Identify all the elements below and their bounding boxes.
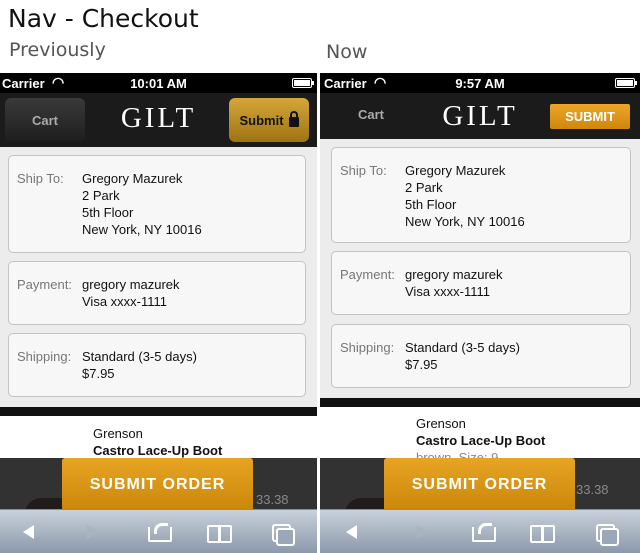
battery-icon xyxy=(292,78,314,88)
order-bar: 33.38 SUBMIT ORDER xyxy=(0,458,317,511)
product-price: 33.38 xyxy=(256,492,289,507)
status-time: 9:57 AM xyxy=(455,76,505,91)
ship-line-name: Gregory Mazurek xyxy=(405,163,506,178)
payment-label: Payment: xyxy=(340,267,395,282)
ship-line-floor: 5th Floor xyxy=(82,205,134,220)
ship-to-card[interactable]: Ship To: Gregory Mazurek 2 Park 5th Floo… xyxy=(8,155,306,253)
payment-label: Payment: xyxy=(17,277,72,292)
shipping-line-method: Standard (3-5 days) xyxy=(405,340,520,355)
status-bar: Carrier ◠ 10:01 AM xyxy=(0,73,317,93)
shipping-line-cost: $7.95 xyxy=(82,366,115,381)
forward-arrow-icon[interactable] xyxy=(80,521,104,543)
submit-button[interactable]: Submit xyxy=(229,98,309,142)
ship-line-floor: 5th Floor xyxy=(405,197,457,212)
ship-to-card[interactable]: Ship To: Gregory Mazurek 2 Park 5th Floo… xyxy=(331,147,631,243)
payment-line-card: Visa xxxx-1111 xyxy=(405,284,491,299)
ship-to-label: Ship To: xyxy=(340,163,387,178)
now-label: Now xyxy=(326,41,368,63)
lock-icon xyxy=(288,110,299,127)
ship-line-name: Gregory Mazurek xyxy=(82,171,183,186)
product-brand: Grenson xyxy=(93,426,143,441)
shipping-card[interactable]: Shipping: Standard (3-5 days) $7.95 xyxy=(331,324,631,388)
status-time: 10:01 AM xyxy=(130,76,187,91)
bookmarks-icon[interactable] xyxy=(207,521,232,543)
section-divider xyxy=(320,398,640,407)
section-divider xyxy=(0,407,317,416)
tabs-icon[interactable] xyxy=(594,521,619,546)
ship-line-street: 2 Park xyxy=(405,180,443,195)
ship-line-city: New York, NY 10016 xyxy=(82,222,202,237)
payment-line-name: gregory mazurek xyxy=(82,277,180,292)
tabs-icon[interactable] xyxy=(270,521,295,546)
share-icon[interactable] xyxy=(470,521,496,543)
submit-order-button[interactable]: SUBMIT ORDER xyxy=(62,458,253,511)
shipping-label: Shipping: xyxy=(340,340,395,355)
shipping-line-cost: $7.95 xyxy=(405,357,438,372)
ship-line-street: 2 Park xyxy=(82,188,120,203)
previously-screen: Carrier ◠ 10:01 AM Cart GILT Submit Ship… xyxy=(0,73,317,553)
now-screen: Carrier ◠ 9:57 AM Cart GILT SUBMIT Ship … xyxy=(320,73,640,553)
submit-button-label: Submit xyxy=(239,112,284,128)
bookmarks-icon[interactable] xyxy=(530,521,555,543)
product-price: 33.38 xyxy=(576,482,609,497)
ship-to-label: Ship To: xyxy=(17,171,64,186)
product-name: Castro Lace-Up Boot xyxy=(93,443,223,458)
browser-toolbar xyxy=(0,509,317,553)
shipping-card[interactable]: Shipping: Standard (3-5 days) $7.95 xyxy=(8,333,306,397)
product-name: Castro Lace-Up Boot xyxy=(416,433,546,448)
back-arrow-icon[interactable] xyxy=(17,521,41,543)
browser-toolbar xyxy=(320,509,640,553)
battery-icon xyxy=(615,78,637,88)
status-bar: Carrier ◠ 9:57 AM xyxy=(320,73,640,93)
slide-title: Nav - Checkout xyxy=(8,4,199,33)
payment-card[interactable]: Payment: gregory mazurek Visa xxxx-1111 xyxy=(8,261,306,325)
back-arrow-icon[interactable] xyxy=(340,521,364,543)
previously-label: Previously xyxy=(9,39,106,61)
submit-order-button[interactable]: SUBMIT ORDER xyxy=(384,458,575,511)
payment-line-name: gregory mazurek xyxy=(405,267,503,282)
share-icon[interactable] xyxy=(146,521,172,543)
shipping-line-method: Standard (3-5 days) xyxy=(82,349,197,364)
product-brand: Grenson xyxy=(416,416,466,431)
forward-arrow-icon xyxy=(410,521,434,543)
comparison-slide: Nav - Checkout Previously Now Carrier ◠ … xyxy=(0,0,640,553)
order-bar: 33.38 SUBMIT ORDER xyxy=(320,458,640,511)
submit-button[interactable]: SUBMIT xyxy=(550,104,630,129)
payment-line-card: Visa xxxx-1111 xyxy=(82,294,168,309)
shipping-label: Shipping: xyxy=(17,349,72,364)
nav-bar: Cart GILT Submit xyxy=(0,93,317,147)
ship-line-city: New York, NY 10016 xyxy=(405,214,525,229)
nav-bar: Cart GILT SUBMIT xyxy=(320,93,640,139)
payment-card[interactable]: Payment: gregory mazurek Visa xxxx-1111 xyxy=(331,251,631,315)
